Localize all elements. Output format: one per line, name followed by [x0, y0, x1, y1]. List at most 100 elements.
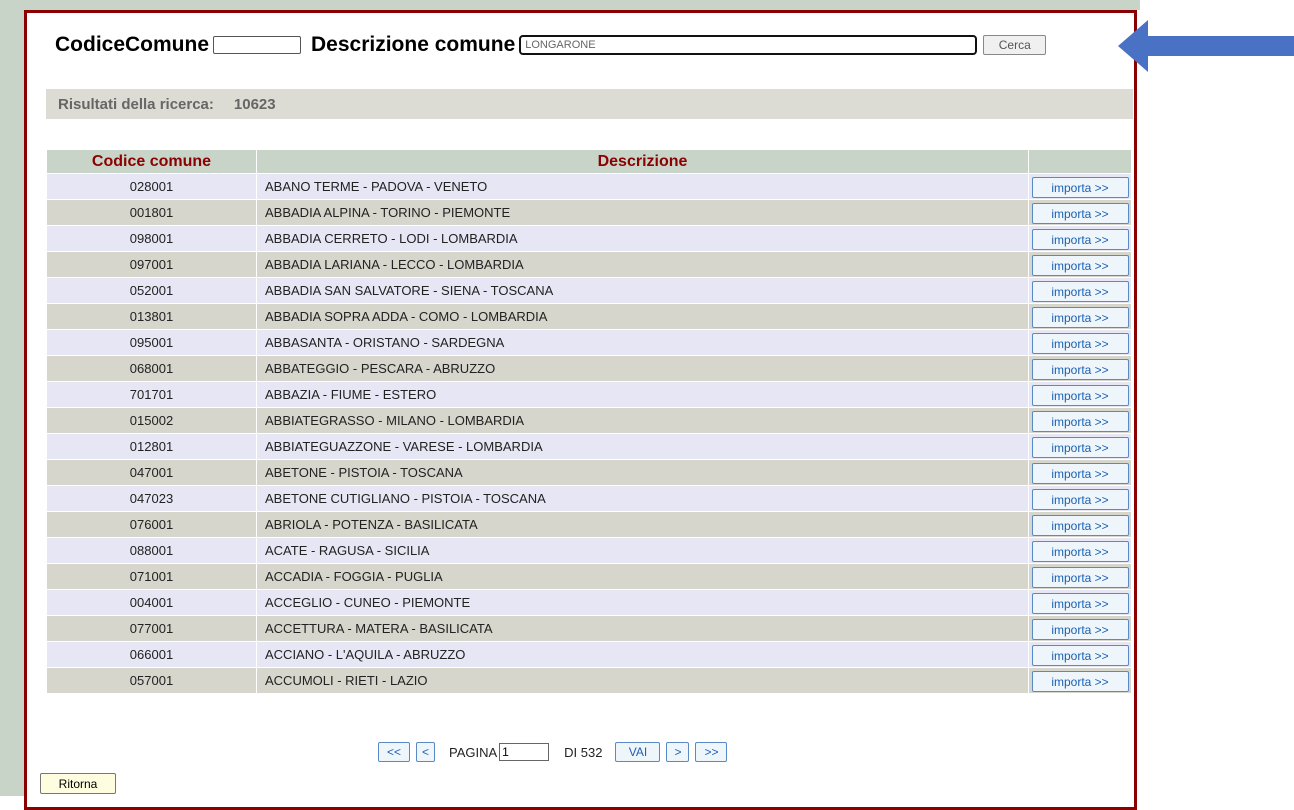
table-row: 004001 ACCEGLIO - CUNEO - PIEMONTE importa…: [46, 589, 1132, 616]
cell-description: ABETONE CUTIGLIANO - PISTOIA - TOSCANA: [256, 485, 1029, 512]
cell-action: importa >>: [1028, 381, 1132, 408]
cell-action: importa >>: [1028, 511, 1132, 538]
table-row: 066001 ACCIANO - L'AQUILA - ABRUZZO import…: [46, 641, 1132, 668]
cell-code: 701701: [46, 381, 257, 408]
import-button[interactable]: importa >>: [1031, 541, 1129, 563]
cell-description: ABBADIA CERRETO - LODI - LOMBARDIA: [256, 225, 1029, 252]
cell-code: 088001: [46, 537, 257, 564]
cell-description: ACCUMOLI - RIETI - LAZIO: [256, 667, 1029, 694]
cell-action: importa >>: [1028, 199, 1132, 226]
table-row: 013801 ABBADIA SOPRA ADDA - COMO - LOMBAR…: [46, 303, 1132, 330]
cell-action: importa >>: [1028, 667, 1132, 694]
cell-code: 071001: [46, 563, 257, 590]
table-row: 095001 ABBASANTA - ORISTANO - SARDEGNA imp…: [46, 329, 1132, 356]
table-row: 098001 ABBADIA CERRETO - LODI - LOMBARDIA…: [46, 225, 1132, 252]
cell-code: 097001: [46, 251, 257, 278]
cell-code: 057001: [46, 667, 257, 694]
cell-action: importa >>: [1028, 251, 1132, 278]
search-bar: CodiceComune Descrizione comune Cerca: [55, 30, 1047, 60]
search-button[interactable]: Cerca: [983, 35, 1047, 55]
page-number-input[interactable]: [499, 743, 550, 761]
cell-description: ABBASANTA - ORISTANO - SARDEGNA: [256, 329, 1029, 356]
last-page-button[interactable]: >>: [695, 742, 728, 762]
header-action: [1028, 149, 1132, 174]
import-button[interactable]: importa >>: [1031, 281, 1129, 303]
table-row: 076001 ABRIOLA - POTENZA - BASILICATA impo…: [46, 511, 1132, 538]
cell-action: importa >>: [1028, 355, 1132, 382]
cell-code: 098001: [46, 225, 257, 252]
cell-action: importa >>: [1028, 485, 1132, 512]
cell-action: importa >>: [1028, 433, 1132, 460]
cell-code: 013801: [46, 303, 257, 330]
table-row: 012801 ABBIATEGUAZZONE - VARESE - LOMBARD…: [46, 433, 1132, 460]
cell-code: 015002: [46, 407, 257, 434]
cell-action: importa >>: [1028, 641, 1132, 668]
import-button[interactable]: importa >>: [1031, 463, 1129, 485]
import-button[interactable]: importa >>: [1031, 359, 1129, 381]
import-button[interactable]: importa >>: [1031, 489, 1129, 511]
table-row: 028001 ABANO TERME - PADOVA - VENETO impor…: [46, 173, 1132, 200]
cell-description: ABETONE - PISTOIA - TOSCANA: [256, 459, 1029, 486]
table-header-row: Codice comune Descrizione: [46, 149, 1132, 174]
header-code: Codice comune: [46, 149, 257, 174]
import-button[interactable]: importa >>: [1031, 307, 1129, 329]
import-button[interactable]: importa >>: [1031, 333, 1129, 355]
cell-description: ACCEGLIO - CUNEO - PIEMONTE: [256, 589, 1029, 616]
cell-action: importa >>: [1028, 225, 1132, 252]
back-button[interactable]: Ritorna: [40, 773, 116, 794]
import-button[interactable]: importa >>: [1031, 619, 1129, 641]
table-row: 001801 ABBADIA ALPINA - TORINO - PIEMONTE…: [46, 199, 1132, 226]
cell-code: 076001: [46, 511, 257, 538]
cell-code: 004001: [46, 589, 257, 616]
results-table: Codice comune Descrizione 028001 ABANO TE…: [46, 149, 1132, 694]
cell-code: 047023: [46, 485, 257, 512]
cell-code: 001801: [46, 199, 257, 226]
table-row: 701701 ABBAZIA - FIUME - ESTERO importa >>: [46, 381, 1132, 408]
import-button[interactable]: importa >>: [1031, 229, 1129, 251]
table-row: 047023 ABETONE CUTIGLIANO - PISTOIA - TOS…: [46, 485, 1132, 512]
page-total: DI 532: [564, 744, 603, 760]
code-label: CodiceComune: [55, 33, 210, 56]
header-description: Descrizione: [256, 149, 1029, 174]
cell-description: ABBADIA ALPINA - TORINO - PIEMONTE: [256, 199, 1029, 226]
cell-code: 052001: [46, 277, 257, 304]
page-background-strip: [0, 0, 24, 796]
pagination: << < PAGINA DI 532 VAI > >>: [378, 742, 728, 762]
import-button[interactable]: importa >>: [1031, 645, 1129, 667]
cell-code: 012801: [46, 433, 257, 460]
table-row: 088001 ACATE - RAGUSA - SICILIA importa >>: [46, 537, 1132, 564]
code-input[interactable]: [213, 36, 302, 54]
cell-description: ACCIANO - L'AQUILA - ABRUZZO: [256, 641, 1029, 668]
import-button[interactable]: importa >>: [1031, 593, 1129, 615]
results-summary: Risultati della ricerca: 10623: [46, 89, 1133, 119]
next-page-button[interactable]: >: [666, 742, 690, 762]
table-row: 015002 ABBIATEGRASSO - MILANO - LOMBARDIA…: [46, 407, 1132, 434]
arrow-left-icon: [1118, 20, 1294, 72]
import-button[interactable]: importa >>: [1031, 567, 1129, 589]
import-button[interactable]: importa >>: [1031, 177, 1129, 199]
go-button[interactable]: VAI: [615, 742, 661, 762]
import-button[interactable]: importa >>: [1031, 203, 1129, 225]
import-button[interactable]: importa >>: [1031, 385, 1129, 407]
description-input[interactable]: [519, 35, 978, 55]
cell-description: ABBADIA SOPRA ADDA - COMO - LOMBARDIA: [256, 303, 1029, 330]
description-label: Descrizione comune: [311, 33, 516, 56]
cell-description: ABBIATEGUAZZONE - VARESE - LOMBARDIA: [256, 433, 1029, 460]
import-button[interactable]: importa >>: [1031, 437, 1129, 459]
table-row: 071001 ACCADIA - FOGGIA - PUGLIA importa >…: [46, 563, 1132, 590]
import-button[interactable]: importa >>: [1031, 255, 1129, 277]
cell-description: ACCETTURA - MATERA - BASILICATA: [256, 615, 1029, 642]
cell-action: importa >>: [1028, 303, 1132, 330]
cell-action: importa >>: [1028, 459, 1132, 486]
results-count: 10623: [233, 95, 276, 113]
prev-page-button[interactable]: <: [416, 742, 435, 762]
first-page-button[interactable]: <<: [378, 742, 410, 762]
import-button[interactable]: importa >>: [1031, 671, 1129, 693]
import-button[interactable]: importa >>: [1031, 515, 1129, 537]
cell-action: importa >>: [1028, 615, 1132, 642]
cell-code: 047001: [46, 459, 257, 486]
import-button[interactable]: importa >>: [1031, 411, 1129, 433]
table-row: 052001 ABBADIA SAN SALVATORE - SIENA - TO…: [46, 277, 1132, 304]
cell-code: 068001: [46, 355, 257, 382]
cell-action: importa >>: [1028, 407, 1132, 434]
